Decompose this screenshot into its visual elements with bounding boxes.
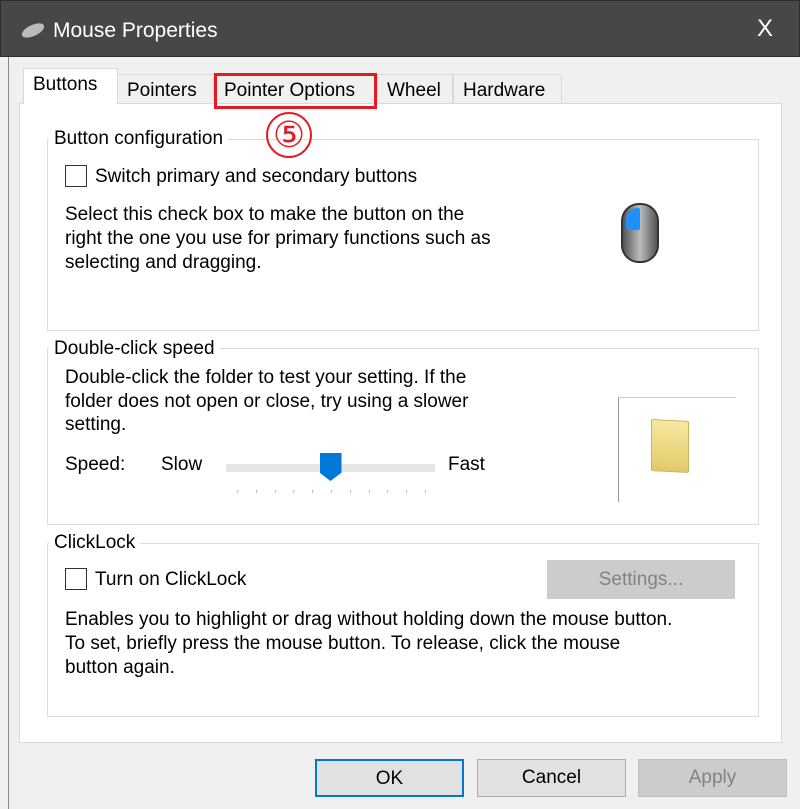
folder-icon[interactable]	[651, 419, 689, 473]
button-config-desc-2: right the one you use for primary functi…	[65, 228, 491, 249]
annotation-marker: ⑤	[266, 112, 312, 158]
button-config-title: Button configuration	[49, 128, 229, 150]
close-button[interactable]: X	[757, 15, 773, 43]
tab-pointers[interactable]: Pointers	[117, 74, 214, 104]
double-click-desc-2: folder does not open or close, try using…	[65, 391, 469, 412]
annotation-highlight	[214, 73, 377, 109]
double-click-title: Double-click speed	[49, 338, 220, 360]
double-click-desc-3: setting.	[65, 414, 127, 435]
tab-buttons[interactable]: Buttons	[23, 68, 118, 104]
double-click-desc-1: Double-click the folder to test your set…	[65, 367, 467, 388]
clicklock-desc-2: To set, briefly press the mouse button. …	[65, 633, 621, 654]
switch-buttons-label[interactable]: Switch primary and secondary buttons	[95, 165, 417, 189]
test-folder-area[interactable]	[618, 397, 736, 502]
slow-label: Slow	[161, 454, 203, 475]
button-config-desc-3: selecting and dragging.	[65, 252, 262, 273]
apply-button[interactable]: Apply	[638, 759, 787, 797]
clicklock-title: ClickLock	[49, 532, 141, 554]
window-title: Mouse Properties	[53, 19, 218, 42]
slider-tick	[312, 490, 314, 493]
clicklock-desc-1: Enables you to highlight or drag without…	[65, 609, 673, 630]
clicklock-checkbox[interactable]	[65, 568, 87, 590]
slider-tick	[274, 490, 276, 493]
clicklock-label[interactable]: Turn on ClickLock	[95, 568, 246, 592]
title-bar: Mouse Properties X	[0, 0, 800, 57]
fast-label: Fast	[448, 454, 485, 475]
mouse-icon	[19, 20, 47, 41]
switch-buttons-checkbox[interactable]	[65, 165, 87, 187]
slider-tick	[425, 490, 426, 493]
slider-tick	[331, 490, 332, 493]
slider-tick	[255, 490, 257, 493]
slider-tick	[237, 490, 238, 493]
speed-label: Speed:	[65, 454, 126, 475]
speed-slider[interactable]	[226, 453, 435, 481]
mouse-image-icon	[621, 203, 659, 263]
clicklock-desc-3: button again.	[65, 657, 175, 678]
slider-tick	[368, 490, 370, 493]
tab-hardware[interactable]: Hardware	[453, 74, 562, 104]
ok-button[interactable]: OK	[315, 759, 464, 797]
button-config-desc-1: Select this check box to make the button…	[65, 204, 465, 225]
slider-tick	[349, 490, 351, 493]
slider-tick	[406, 490, 408, 493]
tab-wheel[interactable]: Wheel	[377, 74, 453, 104]
slider-tick	[293, 490, 295, 493]
speed-slider-ticks	[237, 490, 426, 493]
cancel-button[interactable]: Cancel	[477, 759, 626, 797]
clicklock-settings-button[interactable]: Settings...	[547, 560, 735, 599]
slider-tick	[387, 490, 389, 493]
